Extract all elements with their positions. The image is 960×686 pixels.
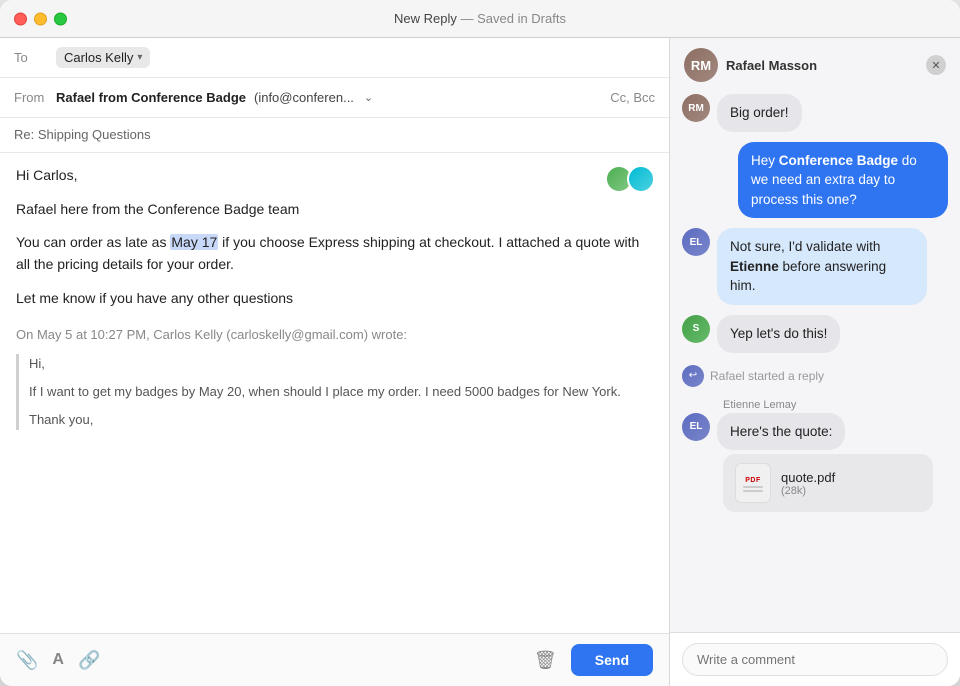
system-text: Rafael started a reply (710, 369, 824, 383)
message-row-me: Hey Conference Badge do we need an extra… (682, 142, 948, 219)
quote-body: Hi, If I want to get my badges by May 20… (16, 354, 653, 430)
quote-header: On May 5 at 10:27 PM, Carlos Kelly (carl… (16, 325, 653, 345)
from-name: Rafael from Conference Badge (56, 90, 246, 105)
chat-panel: RM Rafael Masson ✕ RM Big order! Hey Con… (670, 38, 960, 686)
body-greeting: Hi Carlos, (16, 165, 653, 187)
link-icon[interactable]: 🔗 (78, 650, 100, 671)
sender-label: Etienne Lemay (723, 399, 948, 411)
compose-toolbar: 📎 A 🔗 🗑 Send (0, 633, 669, 686)
chat-user-avatar: RM (684, 48, 718, 82)
window-title: New Reply — Saved in Drafts (394, 11, 566, 26)
quote-line-3: Thank you, (29, 410, 653, 430)
recipient-chip[interactable]: Carlos Kelly ▾ (56, 47, 150, 68)
message-bubble-blue: Hey Conference Badge do we need an extra… (738, 142, 948, 219)
chat-close-button[interactable]: ✕ (926, 55, 946, 75)
chat-header: RM Rafael Masson ✕ (670, 38, 960, 88)
title-subtitle: — Saved in Drafts (460, 11, 566, 26)
system-icon: ↩ (682, 365, 704, 387)
file-size: (28k) (781, 485, 835, 497)
subject-row: Re: Shipping Questions (0, 118, 669, 153)
avatar-etienne: EL (682, 228, 710, 256)
to-row: To Carlos Kelly ▾ (0, 38, 669, 78)
chat-messages: RM Big order! Hey Conference Badge do we… (670, 88, 960, 632)
message-bubble-yep: Yep let's do this! (717, 315, 840, 353)
avatar-green: S (682, 315, 710, 343)
email-body-content: Hi Carlos, Rafael here from the Conferen… (16, 165, 653, 309)
body-intro: Rafael here from the Conference Badge te… (16, 199, 653, 221)
chat-input-area (670, 632, 960, 686)
font-icon[interactable]: A (52, 651, 64, 669)
body-main: You can order as late as May 17 if you c… (16, 232, 653, 275)
quoted-text: On May 5 at 10:27 PM, Carlos Kelly (carl… (16, 325, 653, 430)
file-name: quote.pdf (781, 470, 835, 485)
system-message: ↩ Rafael started a reply (682, 363, 948, 389)
from-email: (info@conferen... (254, 90, 354, 105)
message-bubble-lightblue: Not sure, I'd validate with Etienne befo… (717, 228, 927, 305)
to-label: To (14, 50, 56, 65)
message-bubble-quote: Here's the quote: (717, 413, 845, 451)
traffic-lights (14, 12, 67, 25)
minimize-button[interactable] (34, 12, 47, 25)
message-row-etienne: EL Not sure, I'd validate with Etienne b… (682, 228, 948, 305)
message-bubble: Big order! (717, 94, 802, 132)
compose-window: New Reply — Saved in Drafts To Carlos Ke… (0, 0, 960, 686)
send-button[interactable]: Send (571, 644, 653, 676)
subject-text: Re: Shipping Questions (14, 127, 151, 142)
title-main: New Reply (394, 11, 457, 26)
avatar-group (605, 165, 655, 193)
message-row: RM Big order! (682, 94, 948, 132)
quote-line-1: Hi, (29, 354, 653, 374)
close-button[interactable] (14, 12, 27, 25)
pdf-icon: PDF (735, 463, 771, 503)
avatar-etienne2: EL (682, 413, 710, 441)
from-label: From (14, 90, 56, 105)
recipient-chevron-icon: ▾ (137, 52, 142, 63)
body-date: May 17 (170, 234, 218, 250)
cc-bcc-button[interactable]: Cc, Bcc (610, 90, 655, 105)
body-pre-date: You can order as late as (16, 234, 170, 250)
message-group-quote: Etienne Lemay EL Here's the quote: PDF (682, 399, 948, 513)
avatar: RM (682, 94, 710, 122)
from-row: From Rafael from Conference Badge (info@… (0, 78, 669, 118)
attachment-icon[interactable]: 📎 (16, 650, 38, 671)
comment-input[interactable] (682, 643, 948, 676)
message-row-yep: S Yep let's do this! (682, 315, 948, 353)
chat-header-left: RM Rafael Masson (684, 48, 817, 82)
compose-body[interactable]: Hi Carlos, Rafael here from the Conferen… (0, 153, 669, 633)
trash-icon[interactable]: 🗑 (534, 650, 557, 671)
chat-user-name: Rafael Masson (726, 58, 817, 73)
recipient-name: Carlos Kelly (64, 50, 133, 65)
from-field: Rafael from Conference Badge (info@confe… (56, 90, 610, 105)
title-bar: New Reply — Saved in Drafts (0, 0, 960, 38)
from-dropdown-icon[interactable]: ⌄ (364, 91, 373, 104)
file-info: quote.pdf (28k) (781, 470, 835, 497)
file-bubble[interactable]: PDF quote.pdf (28k) (723, 454, 933, 512)
message-row-quote: EL Here's the quote: (682, 413, 948, 451)
maximize-button[interactable] (54, 12, 67, 25)
body-closing: Let me know if you have any other questi… (16, 288, 653, 310)
main-layout: To Carlos Kelly ▾ From Rafael from Confe… (0, 38, 960, 686)
compose-area: To Carlos Kelly ▾ From Rafael from Confe… (0, 38, 670, 686)
avatar-teal (627, 165, 655, 193)
quote-line-2: If I want to get my badges by May 20, wh… (29, 382, 653, 402)
